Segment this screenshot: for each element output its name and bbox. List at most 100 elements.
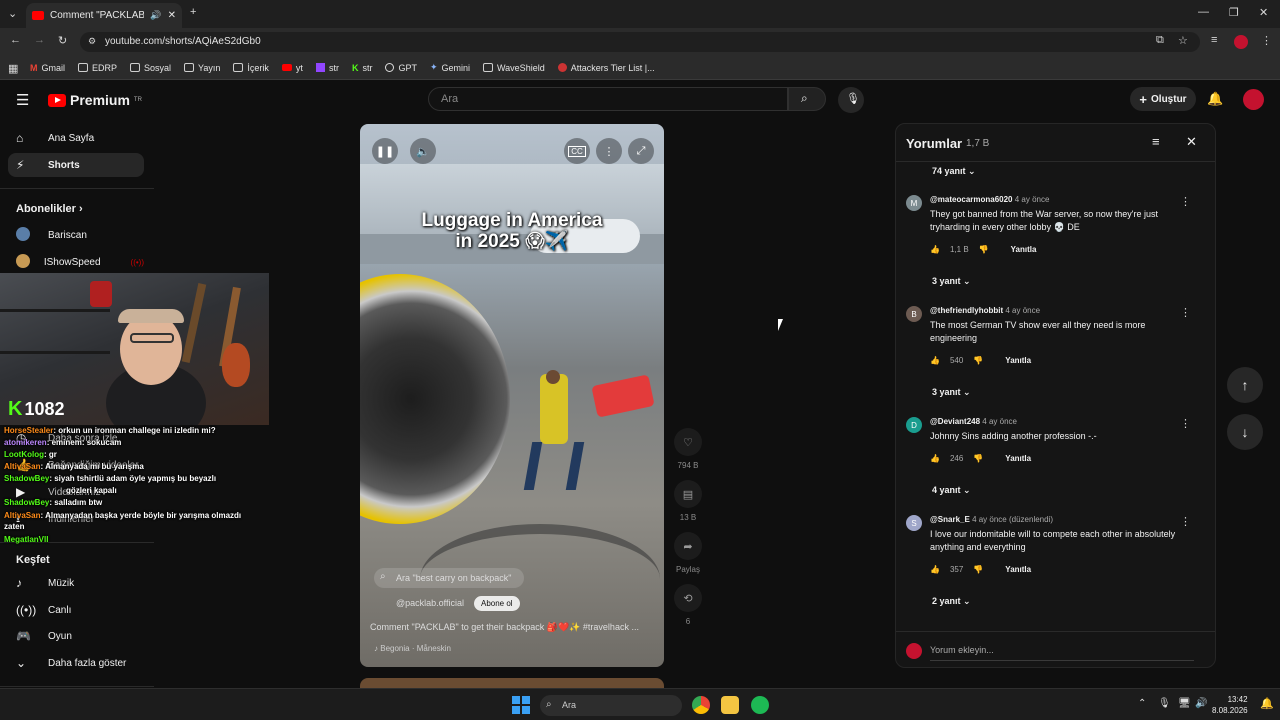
comment-menu-icon[interactable]: ⋮: [1180, 515, 1191, 528]
bookmark-str-kick[interactable]: Kstr: [352, 63, 373, 73]
close-icon[interactable]: ✕: [1186, 134, 1197, 150]
replies-toggle[interactable]: 74 yanıt ⌄: [932, 166, 976, 177]
dislike-icon[interactable]: 👎: [973, 454, 983, 463]
replies-toggle[interactable]: 4 yanıt ⌄: [932, 485, 971, 496]
volume-button[interactable]: 🔈: [410, 138, 436, 164]
hamburger-menu-icon[interactable]: ☰: [16, 91, 29, 109]
browser-menu-icon[interactable]: ⋮: [1261, 34, 1272, 47]
sound-link[interactable]: ♪ Begonia · Måneskin: [374, 644, 451, 653]
bookmark-sosyal[interactable]: Sosyal: [130, 63, 171, 73]
reading-list-icon[interactable]: ≡: [1211, 34, 1217, 46]
tab-close-icon[interactable]: ✕: [168, 10, 176, 21]
comment-menu-icon[interactable]: ⋮: [1180, 417, 1191, 430]
share-action[interactable]: ➦ Paylaş: [674, 532, 702, 574]
new-tab-icon[interactable]: +: [190, 6, 196, 18]
comment-menu-icon[interactable]: ⋮: [1180, 195, 1191, 208]
windows-start-button[interactable]: [512, 696, 530, 714]
like-action[interactable]: ♡ 794 B: [674, 428, 702, 470]
install-app-icon[interactable]: ⧉: [1156, 34, 1164, 47]
like-icon[interactable]: 👍: [930, 356, 940, 365]
taskbar-search-input[interactable]: Ara: [540, 695, 682, 716]
like-icon[interactable]: 👍: [930, 565, 940, 574]
forward-icon[interactable]: →: [34, 34, 45, 46]
profile-avatar-icon[interactable]: [1234, 35, 1248, 49]
comment-action[interactable]: ▤ 13 B: [674, 480, 702, 522]
search-input[interactable]: Ara: [428, 87, 788, 111]
sidebar-item-shorts[interactable]: ⚡ Shorts: [8, 153, 144, 177]
sidebar-item-live[interactable]: ((•)) Canlı: [8, 598, 144, 622]
share-icon[interactable]: ➦: [674, 532, 702, 560]
comment-author[interactable]: @Deviant248: [930, 417, 980, 426]
avatar[interactable]: S: [906, 515, 922, 531]
shorts-video-player[interactable]: ❚❚ 🔈 CC ⋮ ⤢ Luggage in America in 2025 😱…: [360, 124, 664, 667]
spotify-icon[interactable]: [751, 696, 769, 714]
replies-toggle[interactable]: 2 yanıt ⌄: [932, 596, 971, 607]
like-icon[interactable]: 👍: [930, 245, 940, 254]
comment-author[interactable]: @thefriendlyhobbit: [930, 306, 1003, 315]
voice-search-button[interactable]: 🎙: [838, 87, 864, 113]
dislike-icon[interactable]: 👎: [973, 565, 983, 574]
sidebar-item-home[interactable]: ⌂ Ana Sayfa: [8, 126, 144, 150]
restore-icon[interactable]: ❐: [1229, 6, 1239, 19]
comment-menu-icon[interactable]: ⋮: [1180, 306, 1191, 319]
dislike-icon[interactable]: 👎: [979, 245, 989, 254]
comment-icon[interactable]: ▤: [674, 480, 702, 508]
avatar[interactable]: D: [906, 417, 922, 433]
previous-short-button[interactable]: ↑: [1227, 367, 1263, 403]
speaker-icon[interactable]: 🔊: [150, 10, 161, 21]
avatar[interactable]: B: [906, 306, 922, 322]
bookmark-icerik[interactable]: İçerik: [233, 63, 269, 73]
bookmark-yayin[interactable]: Yayın: [184, 63, 220, 73]
youtube-premium-logo[interactable]: Premium TR: [48, 92, 142, 108]
remix-action[interactable]: ⟲ 6: [674, 584, 702, 626]
sidebar-sub-bariscan[interactable]: Bariscan: [8, 223, 144, 247]
bookmark-gmail[interactable]: M Gmail: [30, 63, 65, 73]
add-comment-input[interactable]: Yorum ekleyin...: [930, 645, 994, 655]
remix-icon[interactable]: ⟲: [674, 584, 702, 612]
network-icon[interactable]: 🖥: [1178, 698, 1191, 709]
tray-mic-icon[interactable]: 🎙: [1158, 698, 1171, 709]
bookmark-attackers[interactable]: Attackers Tier List |...: [557, 63, 655, 73]
bookmark-edrp[interactable]: EDRP: [78, 63, 117, 73]
reload-icon[interactable]: ↻: [58, 34, 67, 47]
avatar[interactable]: M: [906, 195, 922, 211]
fullscreen-button[interactable]: ⤢: [628, 138, 654, 164]
create-button[interactable]: + Oluştur: [1130, 87, 1196, 111]
url-field[interactable]: youtube.com/shorts/AQiAeS2dGb0: [80, 32, 1200, 52]
next-short-button[interactable]: ↓: [1227, 414, 1263, 450]
site-info-icon[interactable]: ⚙: [88, 36, 96, 47]
browser-tab[interactable]: Comment "PACKLAB" to ge 🔊 ✕: [26, 3, 182, 28]
reply-button[interactable]: Yanıtla: [1005, 356, 1031, 365]
sidebar-item-gaming[interactable]: 🎮 Oyun: [8, 624, 144, 648]
back-icon[interactable]: ←: [10, 34, 21, 46]
notifications-bell-icon[interactable]: 🔔: [1207, 91, 1223, 107]
sort-icon[interactable]: ≡: [1152, 134, 1160, 149]
minimize-icon[interactable]: —: [1198, 6, 1209, 18]
reply-button[interactable]: Yanıtla: [1011, 245, 1037, 254]
comment-author[interactable]: @Snark_E: [930, 515, 970, 524]
account-avatar[interactable]: [1243, 89, 1264, 110]
window-close-icon[interactable]: ✕: [1259, 6, 1268, 19]
sidebar-sub-ishowspeed[interactable]: IShowSpeed ((•)): [8, 250, 144, 274]
tab-list-icon[interactable]: ⌄: [8, 7, 17, 20]
notification-center-icon[interactable]: 🔔: [1260, 697, 1274, 710]
sidebar-item-show-more[interactable]: ⌄ Daha fazla göster: [8, 651, 144, 675]
search-button[interactable]: ⌕: [788, 87, 826, 111]
apps-grid-icon[interactable]: ▦: [8, 62, 18, 75]
like-icon[interactable]: ♡: [674, 428, 702, 456]
tray-chevron-icon[interactable]: ⌃: [1138, 698, 1146, 709]
volume-icon[interactable]: 🔊: [1195, 698, 1207, 709]
subscriptions-heading[interactable]: Abonelikler ›: [16, 203, 83, 215]
video-more-button[interactable]: ⋮: [596, 138, 622, 164]
pause-button[interactable]: ❚❚: [372, 138, 398, 164]
bookmark-star-icon[interactable]: ☆: [1178, 34, 1188, 47]
replies-toggle[interactable]: 3 yanıt ⌄: [932, 387, 971, 398]
file-explorer-icon[interactable]: [721, 696, 739, 714]
next-short-preview[interactable]: [360, 678, 664, 688]
sidebar-item-music[interactable]: ♪ Müzik: [8, 571, 144, 595]
bookmark-str-twitch[interactable]: str: [315, 63, 339, 73]
bookmark-yt[interactable]: yt: [281, 63, 303, 73]
dislike-icon[interactable]: 👎: [973, 356, 983, 365]
system-clock[interactable]: 13:42 8.08.2026: [1212, 694, 1248, 716]
subscribe-button[interactable]: Abone ol: [474, 596, 520, 611]
